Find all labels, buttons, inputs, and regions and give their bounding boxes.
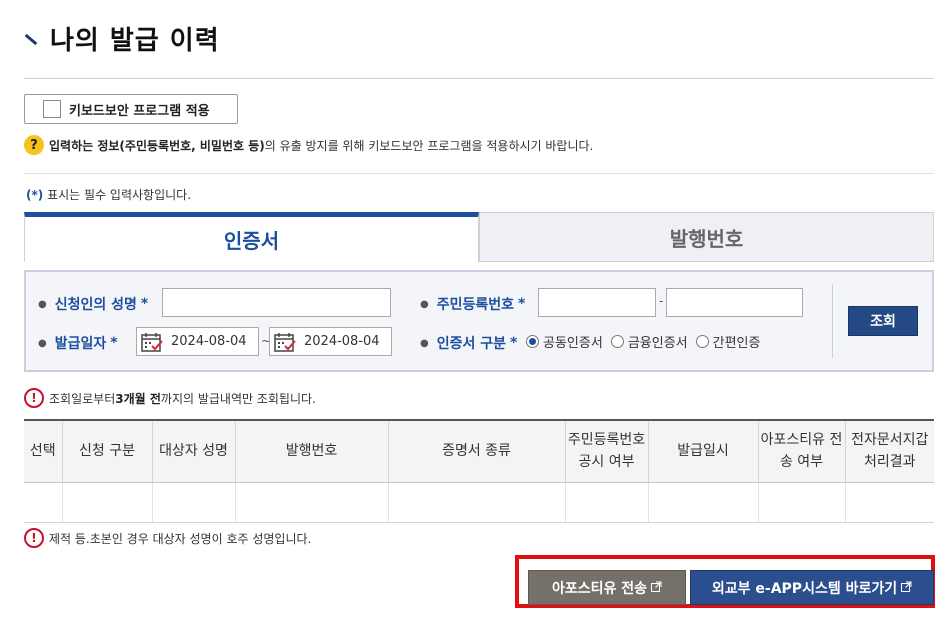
calendar-icon[interactable] bbox=[141, 332, 163, 352]
external-link-icon bbox=[651, 581, 662, 595]
page-title-text: 나의 발급 이력 bbox=[50, 25, 220, 56]
auth-method-tabs: 인증서 발행번호 bbox=[24, 212, 934, 262]
notice-text-pre: 입력하는 정보 bbox=[49, 138, 120, 153]
table-cell bbox=[61, 482, 152, 523]
mofa-eapp-label: 외교부 e-APP시스템 바로가기 bbox=[711, 580, 898, 597]
required-field-note: (*) 표시는 필수 입력사항입니다. bbox=[26, 186, 191, 203]
issue-date-label-text: 발급일자 bbox=[54, 336, 107, 352]
page-title: 나의 발급 이력 bbox=[24, 20, 220, 56]
col-wallet-result: 전자문서지갑 처리결과 bbox=[844, 419, 934, 483]
table-cell bbox=[234, 482, 388, 523]
date-to-value: 2024-08-04 bbox=[304, 334, 380, 349]
applicant-name-input[interactable] bbox=[162, 288, 391, 317]
radio-simple-auth-label[interactable]: 간편인증 bbox=[713, 332, 761, 351]
required-mark: * bbox=[110, 335, 118, 351]
notice-text-bold: (주민등록번호, 비밀번호 등) bbox=[119, 138, 265, 153]
external-link-icon bbox=[901, 581, 912, 595]
col-target-name: 대상자 성명 bbox=[151, 419, 235, 483]
bullet-icon: ● bbox=[38, 298, 47, 310]
question-icon: ? bbox=[24, 135, 44, 155]
col-resident-number-disclosure: 주민등록번호 공시 여부 bbox=[564, 419, 648, 483]
applicant-name-label: ● 신청인의 성명 * bbox=[38, 294, 148, 314]
bullet-icon: ● bbox=[420, 298, 429, 310]
resident-number-label: ● 주민등록번호 * bbox=[420, 294, 525, 314]
table-cell bbox=[647, 482, 758, 523]
table-cell bbox=[757, 482, 845, 523]
resident-number-front-input[interactable] bbox=[538, 288, 656, 317]
table-cell bbox=[387, 482, 565, 523]
warning-icon: ! bbox=[24, 388, 44, 408]
resident-number-separator: - bbox=[659, 294, 664, 308]
section-divider bbox=[24, 173, 934, 174]
bullet-icon: ● bbox=[420, 337, 429, 349]
table-cell bbox=[151, 482, 235, 523]
query-notice-bold: 3개월 전 bbox=[115, 391, 161, 406]
table-cell bbox=[24, 482, 62, 523]
calendar-icon[interactable] bbox=[274, 332, 296, 352]
keyboard-security-label: 키보드보안 프로그램 적용 bbox=[69, 103, 210, 119]
radio-joint-cert-label[interactable]: 공동인증서 bbox=[543, 332, 603, 351]
bottom-button-group: 아포스티유 전송 외교부 e-APP시스템 바로가기 bbox=[528, 570, 934, 605]
radio-financial-cert[interactable] bbox=[610, 335, 624, 348]
required-note-text: 표시는 필수 입력사항입니다. bbox=[47, 188, 192, 202]
cert-type-label: ● 인증서 구분 * bbox=[420, 333, 517, 353]
date-to-field[interactable]: 2024-08-04 bbox=[269, 327, 392, 356]
title-decoration-icon bbox=[24, 33, 38, 45]
form-divider bbox=[832, 284, 833, 358]
resident-number-back-input[interactable] bbox=[666, 288, 803, 317]
tab-certificate[interactable]: 인증서 bbox=[24, 212, 479, 262]
radio-simple-auth[interactable] bbox=[695, 335, 709, 348]
col-select: 선택 bbox=[24, 419, 62, 483]
table-cell bbox=[844, 482, 934, 523]
search-button[interactable]: 조회 bbox=[848, 306, 918, 336]
apostille-send-label: 아포스티유 전송 bbox=[551, 580, 648, 597]
bullet-icon: ● bbox=[38, 337, 47, 349]
warning-icon: ! bbox=[24, 528, 44, 548]
issue-history-table: 선택 신청 구분 대상자 성명 발행번호 증명서 종류 주민등록번호 공시 여부… bbox=[24, 419, 934, 523]
table-cell bbox=[564, 482, 648, 523]
cert-type-label-text: 인증서 구분 bbox=[436, 336, 507, 352]
date-from-field[interactable]: 2024-08-04 bbox=[136, 327, 259, 356]
resident-number-label-text: 주민등록번호 bbox=[436, 297, 515, 313]
date-from-value: 2024-08-04 bbox=[171, 334, 247, 349]
query-notice-pre: 조회일로부터 bbox=[49, 391, 116, 406]
keyboard-security-checkbox-button[interactable]: 키보드보안 프로그램 적용 bbox=[24, 94, 238, 124]
tab-issue-number[interactable]: 발행번호 bbox=[479, 212, 934, 262]
required-mark: * bbox=[140, 296, 149, 312]
radio-selected-dot bbox=[529, 338, 536, 345]
cert-type-radio-group: 공동인증서 금융인증서 간편인증 bbox=[526, 332, 760, 351]
col-issue-datetime: 발급일시 bbox=[647, 419, 758, 483]
applicant-name-label-text: 신청인의 성명 bbox=[54, 297, 137, 313]
name-notice-text: 제적 등.초본인 경우 대상자 성명이 호주 성명입니다. bbox=[49, 531, 312, 546]
search-form: ● 신청인의 성명 * ● 주민등록번호 * - ● 발급일자 * 2024-0… bbox=[24, 270, 934, 372]
table-row bbox=[24, 482, 934, 523]
radio-financial-cert-label[interactable]: 금융인증서 bbox=[628, 332, 688, 351]
required-star: (*) bbox=[26, 188, 44, 202]
query-notice-post: 까지의 발급내역만 조회됩니다. bbox=[160, 391, 316, 406]
col-cert-type: 증명서 종류 bbox=[387, 419, 565, 483]
title-divider bbox=[24, 78, 934, 79]
required-mark: * bbox=[518, 296, 526, 312]
radio-joint-cert[interactable] bbox=[526, 335, 539, 348]
name-notice: ! 제적 등.초본인 경우 대상자 성명이 호주 성명입니다. bbox=[24, 528, 311, 548]
col-apostille-status: 아포스티유 전송 여부 bbox=[757, 419, 845, 483]
col-issue-number: 발행번호 bbox=[234, 419, 388, 483]
table-header-row: 선택 신청 구분 대상자 성명 발행번호 증명서 종류 주민등록번호 공시 여부… bbox=[24, 419, 934, 483]
query-period-notice: ! 조회일로부터 3개월 전 까지의 발급내역만 조회됩니다. bbox=[24, 388, 316, 408]
required-mark: * bbox=[510, 335, 518, 351]
col-request-type: 신청 구분 bbox=[61, 419, 152, 483]
apostille-send-button[interactable]: 아포스티유 전송 bbox=[528, 570, 686, 605]
notice-text-post: 의 유출 방지를 위해 키보드보안 프로그램을 적용하시기 바랍니다. bbox=[264, 138, 594, 153]
mofa-eapp-link-button[interactable]: 외교부 e-APP시스템 바로가기 bbox=[690, 570, 934, 605]
checkbox-icon[interactable] bbox=[43, 100, 61, 118]
keyboard-security-notice: ? 입력하는 정보 (주민등록번호, 비밀번호 등) 의 유출 방지를 위해 키… bbox=[24, 135, 593, 155]
issue-date-label: ● 발급일자 * bbox=[38, 333, 118, 353]
